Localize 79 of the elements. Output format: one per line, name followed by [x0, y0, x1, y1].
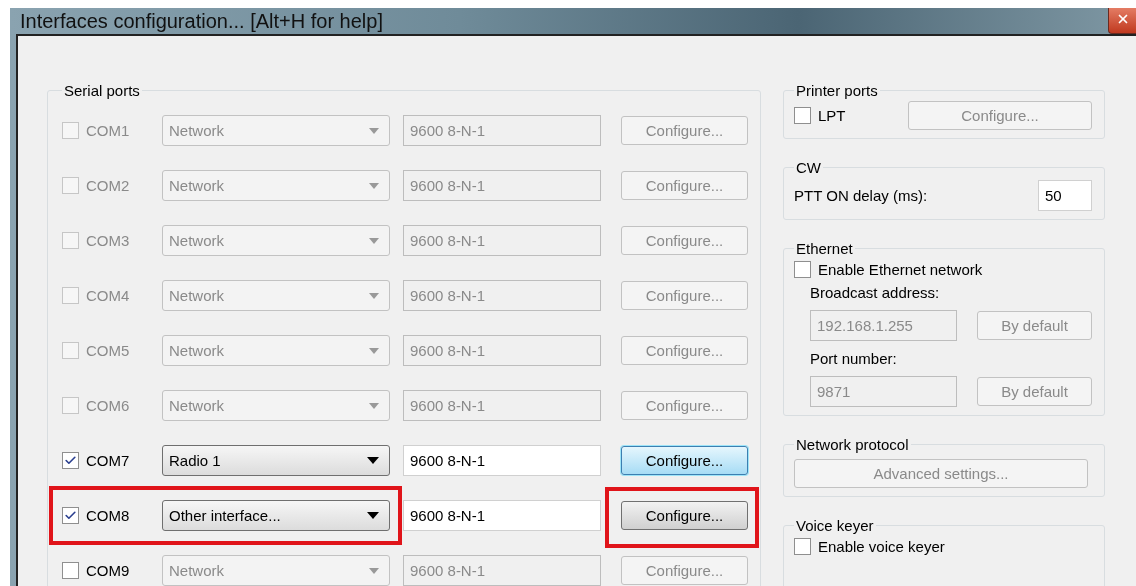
ptt-delay-field[interactable]: 50 — [1038, 180, 1092, 211]
port-label: COM9 — [86, 562, 130, 579]
port-settings-field[interactable]: 9600 8-N-1 — [403, 445, 601, 476]
checkbox[interactable] — [62, 342, 79, 359]
configure-button[interactable]: Configure... — [621, 501, 748, 530]
caret-icon — [369, 127, 379, 134]
configure-button[interactable]: Configure... — [621, 281, 748, 310]
configure-button[interactable]: Configure... — [621, 391, 748, 420]
checkbox[interactable] — [794, 107, 811, 124]
port-settings-field[interactable]: 9600 8-N-1 — [403, 500, 601, 531]
device-dropdown[interactable]: Network — [162, 225, 390, 256]
port-settings-field[interactable]: 9600 8-N-1 — [403, 280, 601, 311]
configure-button[interactable]: Configure... — [621, 556, 748, 585]
caret-icon — [369, 292, 379, 299]
checkbox[interactable] — [794, 538, 811, 555]
default-button[interactable]: By default — [977, 311, 1092, 340]
configure-button[interactable]: Configure... — [621, 171, 748, 200]
check-icon — [64, 454, 77, 467]
port-number-field[interactable]: 9871 — [810, 376, 957, 407]
checkbox-label: Enable voice keyer — [818, 538, 945, 555]
port-label: COM5 — [86, 342, 130, 359]
device-dropdown[interactable]: Other interface... — [162, 500, 390, 531]
caret-icon — [367, 512, 379, 519]
port-label: COM4 — [86, 287, 130, 304]
checkbox[interactable] — [62, 507, 79, 524]
group-label: Serial ports — [63, 82, 141, 99]
port-label: COM3 — [86, 232, 130, 249]
checkbox[interactable] — [794, 261, 811, 278]
caret-icon — [369, 237, 379, 244]
close-button[interactable] — [1108, 8, 1136, 34]
device-dropdown[interactable]: Network — [162, 115, 390, 146]
checkbox[interactable] — [62, 562, 79, 579]
checkbox[interactable] — [62, 122, 79, 139]
default-button[interactable]: By default — [977, 377, 1092, 406]
port-settings-field[interactable]: 9600 8-N-1 — [403, 170, 601, 201]
configure-button[interactable]: Configure... — [621, 226, 748, 255]
port-settings-field[interactable]: 9600 8-N-1 — [403, 225, 601, 256]
device-dropdown[interactable]: Network — [162, 280, 390, 311]
window-title: Interfaces configuration... [Alt+H for help] — [20, 9, 383, 33]
port-label: COM8 — [86, 507, 130, 524]
port-settings-field[interactable]: 9600 8-N-1 — [403, 115, 601, 146]
check-icon — [64, 509, 77, 522]
checkbox[interactable] — [62, 287, 79, 304]
checkbox[interactable] — [62, 232, 79, 249]
device-dropdown[interactable]: Network — [162, 390, 390, 421]
checkbox[interactable] — [62, 397, 79, 414]
device-dropdown[interactable]: Network — [162, 335, 390, 366]
port-label: COM1 — [86, 122, 130, 139]
port-label: COM2 — [86, 177, 130, 194]
broadcast-address-field[interactable]: 192.168.1.255 — [810, 310, 957, 341]
group-label: Network protocol — [795, 436, 910, 453]
configure-button[interactable]: Configure... — [621, 446, 748, 475]
caret-icon — [369, 567, 379, 574]
caret-icon — [369, 347, 379, 354]
group-label: Ethernet — [795, 240, 854, 257]
field-label: Broadcast address: — [810, 284, 941, 301]
checkbox[interactable] — [62, 452, 79, 469]
field-label: Port number: — [810, 350, 898, 367]
caret-icon — [369, 402, 379, 409]
port-label: COM6 — [86, 397, 130, 414]
group-label: Voice keyer — [795, 517, 875, 534]
checkbox-label: Enable Ethernet network — [818, 261, 983, 278]
checkbox[interactable] — [62, 177, 79, 194]
group-label: CW — [795, 159, 822, 176]
configure-button[interactable]: Configure... — [621, 336, 748, 365]
port-settings-field[interactable]: 9600 8-N-1 — [403, 335, 601, 366]
device-dropdown[interactable]: Network — [162, 170, 390, 201]
device-dropdown[interactable]: Network — [162, 555, 390, 586]
group-label: Printer ports — [795, 82, 879, 99]
configure-button[interactable]: Configure... — [908, 101, 1092, 130]
port-settings-field[interactable]: 9600 8-N-1 — [403, 390, 601, 421]
device-dropdown[interactable]: Radio 1 — [162, 445, 390, 476]
configure-button[interactable]: Configure... — [621, 116, 748, 145]
caret-icon — [369, 182, 379, 189]
caret-icon — [367, 457, 379, 464]
port-label: COM7 — [86, 452, 130, 469]
field-label: PTT ON delay (ms): — [794, 187, 928, 204]
port-settings-field[interactable]: 9600 8-N-1 — [403, 555, 601, 586]
checkbox-label: LPT — [818, 107, 846, 124]
